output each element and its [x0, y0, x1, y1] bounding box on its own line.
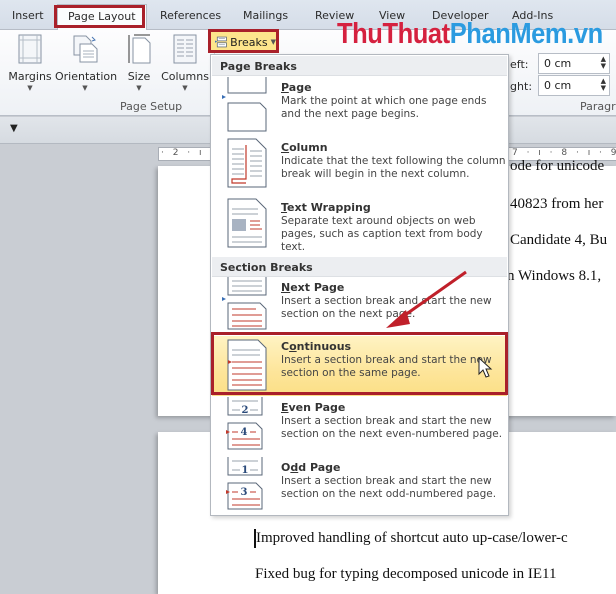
size-icon — [128, 34, 151, 64]
text-cursor — [254, 529, 256, 548]
section-breaks-header: Section Breaks — [212, 257, 507, 277]
even-page-icon: 24 — [226, 397, 263, 450]
margins-button[interactable]: Margins ▼ — [8, 34, 52, 92]
doc-line: Candidate 4, Bu — [510, 232, 608, 248]
indent-right-label: ight: — [507, 80, 533, 93]
continuous-icon — [227, 339, 267, 391]
orientation-icon — [73, 35, 98, 63]
breaks-icon — [215, 36, 227, 48]
breaks-button[interactable]: Breaks ▼ — [208, 29, 279, 53]
column-break-icon — [227, 138, 267, 188]
columns-icon — [173, 34, 197, 64]
indent-left-input[interactable]: 0 cm ▲ ▼ — [538, 53, 610, 74]
menu-item-odd-page[interactable]: 13 Odd Page Insert a section break and s… — [212, 457, 507, 517]
menu-item-even-page[interactable]: 24 Even Page Insert a section break and … — [212, 397, 507, 457]
text-wrapping-icon — [227, 198, 267, 248]
doc-line: ode for unicode — [510, 158, 605, 174]
svg-text:4: 4 — [241, 427, 248, 438]
menu-item-text-wrapping[interactable]: Text Wrapping Separate text around objec… — [212, 197, 507, 257]
columns-button[interactable]: Columns ▼ — [160, 34, 210, 92]
chevron-down-icon: ▼ — [270, 38, 276, 46]
page-setup-group-label: Page Setup — [120, 100, 183, 113]
watermark-logo: ThuThuatPhanMem.vn — [337, 18, 603, 50]
menu-item-continuous[interactable]: Continuous Insert a section break and st… — [212, 336, 507, 396]
svg-text:2: 2 — [242, 405, 249, 416]
tab-insert[interactable]: Insert — [12, 9, 44, 22]
menu-item-column[interactable]: Column Indicate that the text following … — [212, 137, 507, 197]
svg-text:1: 1 — [242, 465, 249, 476]
size-button[interactable]: Size ▼ — [124, 34, 154, 92]
tab-mailings[interactable]: Mailings — [243, 9, 288, 22]
orientation-button[interactable]: Orientation ▼ — [55, 34, 117, 92]
doc-line: n Windows 8.1, — [507, 268, 602, 284]
page-break-icon — [222, 77, 267, 132]
odd-page-icon: 13 — [226, 457, 263, 510]
menu-item-next-page[interactable]: Next Page Insert a section break and sta… — [212, 277, 507, 337]
doc-line: Fixed bug for typing decomposed unicode … — [255, 566, 557, 582]
menu-item-page[interactable]: Page Mark the point at which one page en… — [212, 77, 507, 137]
spinner-arrows-icon[interactable]: ▲ ▼ — [601, 56, 606, 70]
customize-toolbar-icon[interactable]: ▼ — [10, 123, 18, 134]
paragraph-group-label: Paragr — [580, 100, 616, 113]
doc-line: 40823 from her — [510, 196, 604, 212]
spinner-arrows-icon[interactable]: ▲ ▼ — [601, 78, 606, 92]
breaks-dropdown-menu: Page Breaks Page Mark the point at which… — [210, 54, 509, 516]
indent-left-label: eft: — [510, 58, 529, 71]
tab-references[interactable]: References — [160, 9, 221, 22]
doc-line: Improved handling of shortcut auto up-ca… — [256, 530, 568, 546]
indent-right-input[interactable]: 0 cm ▲ ▼ — [538, 75, 610, 96]
svg-text:3: 3 — [241, 487, 248, 498]
next-page-icon — [222, 277, 267, 330]
margins-icon — [18, 34, 42, 64]
tab-page-layout[interactable]: Page Layout — [57, 4, 147, 31]
page-breaks-header: Page Breaks — [212, 56, 507, 76]
